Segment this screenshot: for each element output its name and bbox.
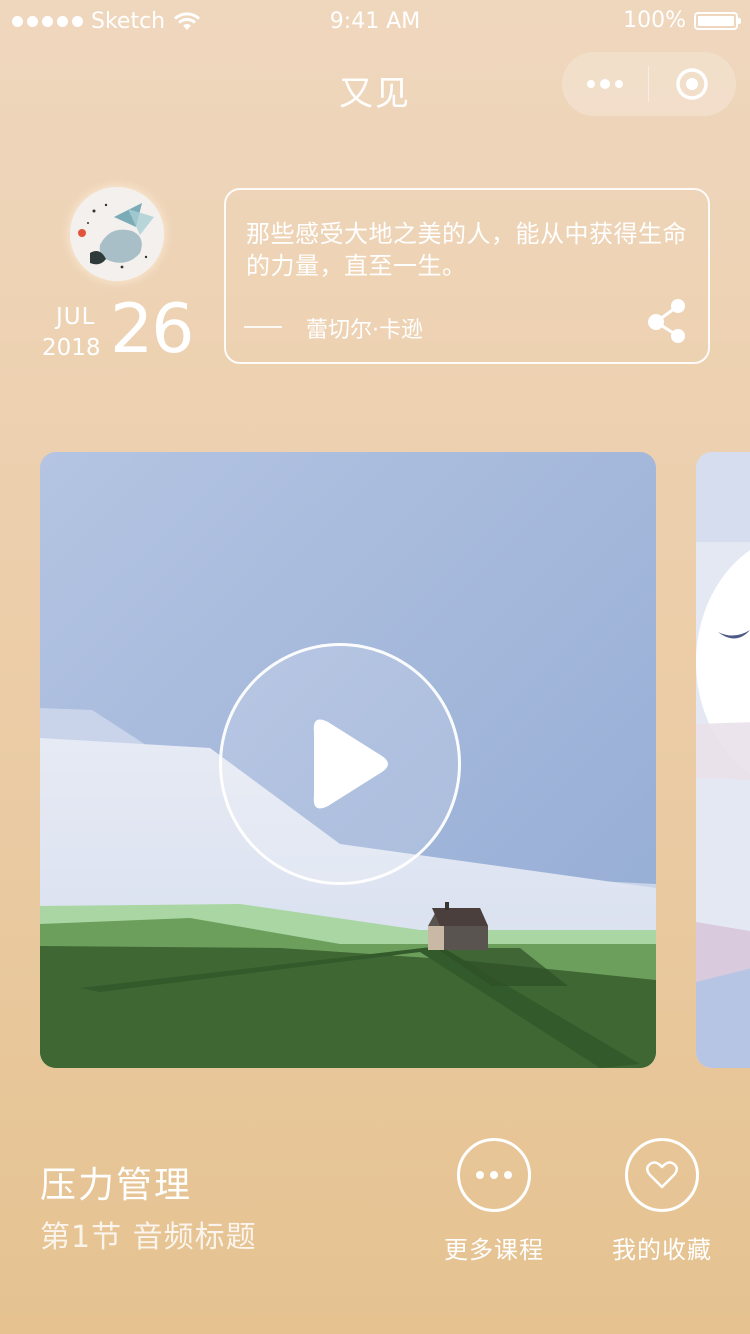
course-subtitle: 第1节 音频标题: [40, 1220, 257, 1255]
battery-percent: 100%: [623, 8, 686, 33]
date-month: JUL: [56, 304, 96, 330]
status-right: 100%: [623, 8, 741, 33]
nav-bar: 又见: [0, 44, 750, 132]
battery-icon: [694, 11, 741, 30]
quote-dash: [244, 326, 282, 328]
next-card-illustration: [696, 452, 750, 1068]
next-course-card[interactable]: [696, 452, 750, 1068]
course-card[interactable]: [40, 452, 656, 1068]
miniprogram-capsule: [562, 52, 736, 116]
my-favorites-button[interactable]: 我的收藏: [587, 1138, 737, 1268]
avatar[interactable]: [70, 187, 164, 281]
target-icon[interactable]: [649, 52, 735, 116]
my-favorites-label: 我的收藏: [612, 1236, 712, 1264]
course-title: 压力管理: [40, 1165, 193, 1206]
status-bar: Sketch 9:41 AM 100%: [0, 0, 750, 44]
more-courses-icon: [457, 1138, 531, 1212]
more-icon[interactable]: [562, 52, 648, 116]
more-courses-label: 更多课程: [444, 1236, 544, 1264]
more-courses-button[interactable]: 更多课程: [419, 1138, 569, 1268]
share-icon[interactable]: [644, 296, 692, 346]
quote-author: 蕾切尔·卡逊: [306, 318, 423, 343]
quote-card: 那些感受大地之美的人，能从中获得生命的力量，直至一生。 蕾切尔·卡逊: [224, 188, 710, 364]
play-icon: [313, 719, 388, 809]
play-button[interactable]: [219, 643, 461, 885]
heart-icon: [625, 1138, 699, 1212]
date-day: 26: [110, 290, 195, 369]
date-year: 2018: [42, 335, 101, 361]
screen: Sketch 9:41 AM 100% 又见 JUL 2018 26 那些感受大…: [0, 0, 750, 1334]
quote-text: 那些感受大地之美的人，能从中获得生命的力量，直至一生。: [246, 220, 687, 280]
